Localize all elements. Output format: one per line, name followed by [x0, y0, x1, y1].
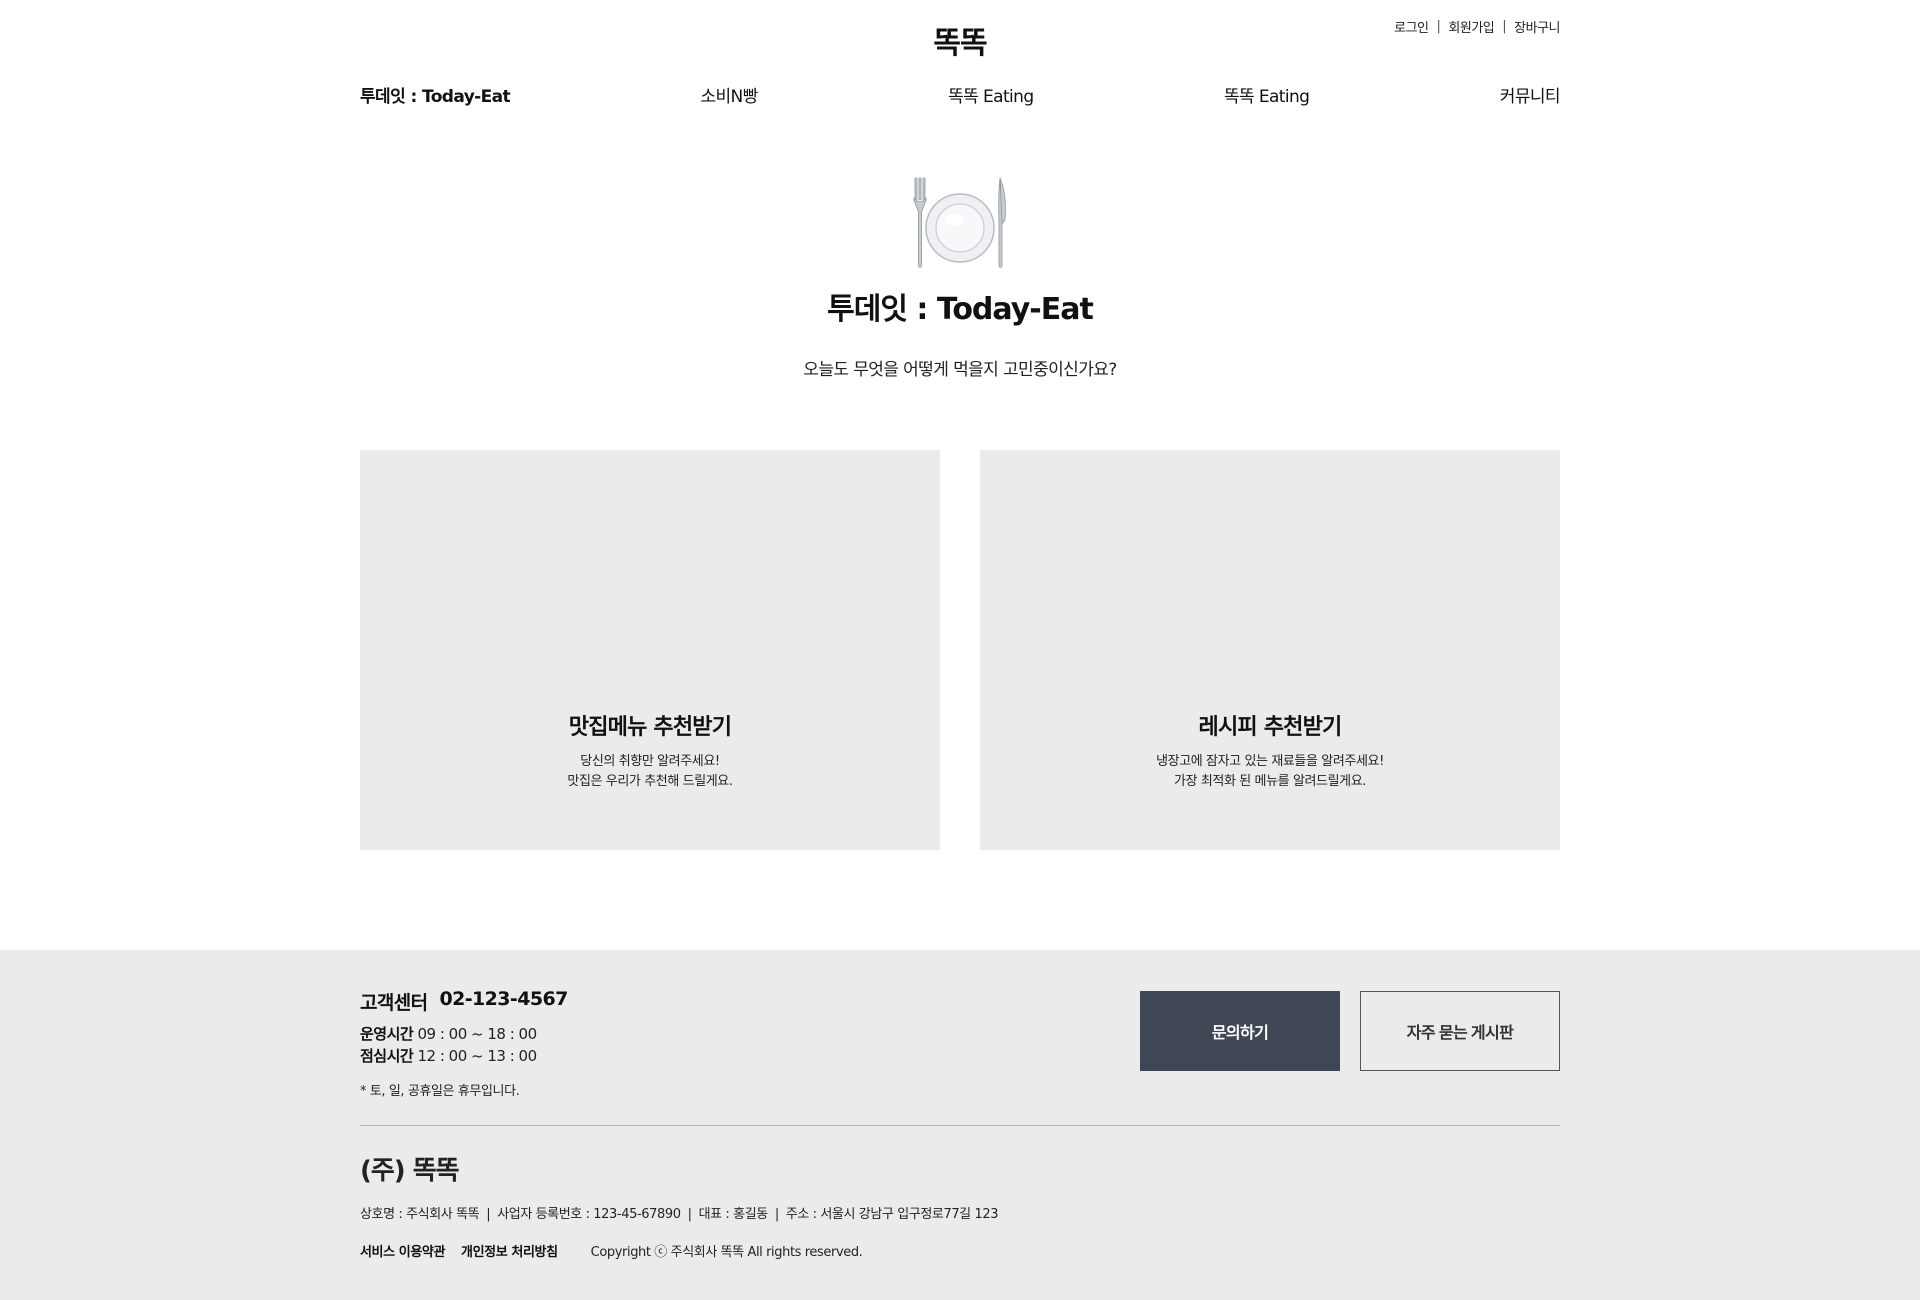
- site-logo[interactable]: 똑똑: [0, 18, 1920, 62]
- operating-hours-value: 09 : 00 ~ 18 : 00: [417, 1025, 537, 1043]
- util-separator: |: [1502, 19, 1507, 34]
- cart-link[interactable]: 장바구니: [1514, 17, 1560, 36]
- card-desc-line: 냉장고에 잠자고 있는 재료들을 알려주세요!: [1156, 754, 1384, 769]
- inquiry-button[interactable]: 문의하기: [1140, 991, 1340, 1071]
- util-separator: |: [1436, 19, 1441, 34]
- card-description: 당신의 취향만 알려주세요! 맛집은 우리가 추천해 드릴게요.: [360, 752, 940, 792]
- footer-divider: [360, 1125, 1560, 1126]
- operating-hours: 운영시간 09 : 00 ~ 18 : 00: [360, 1023, 537, 1044]
- nav-item-community[interactable]: 커뮤니티: [1500, 82, 1561, 108]
- business-name: 상호명 : 주식회사 똑똑: [360, 1207, 480, 1222]
- lunch-hours: 점심시간 12 : 00 ~ 13 : 00: [360, 1045, 537, 1066]
- nav-item-ttokttok-eating[interactable]: 똑똑 Eating: [948, 82, 1034, 108]
- holiday-note: * 토, 일, 공휴일은 휴무입니다.: [360, 1084, 520, 1099]
- nav-item-today-eat[interactable]: 투데잇 : Today-Eat: [360, 82, 511, 108]
- signup-link[interactable]: 회원가입: [1448, 17, 1494, 36]
- customer-center-phone: 02-123-4567: [439, 988, 569, 1010]
- customer-center: 고객센터 02-123-4567: [360, 988, 568, 1015]
- terms-link[interactable]: 서비스 이용약관: [360, 1241, 445, 1260]
- lunch-hours-label: 점심시간: [360, 1047, 414, 1065]
- recipe-recommend-card[interactable]: 레시피 추천받기 냉장고에 잠자고 있는 재료들을 알려주세요! 가장 최적화 …: [980, 450, 1560, 850]
- privacy-link[interactable]: 개인정보 처리방침: [461, 1241, 558, 1260]
- business-registration: 사업자 등록번호 : 123-45-67890: [497, 1207, 681, 1222]
- card-desc-line: 가장 최적화 된 메뉴를 알려드릴게요.: [1173, 774, 1367, 789]
- footer-links: 서비스 이용약관 개인정보 처리방침 Copyright ⓒ 주식회사 똑똑 A…: [360, 1241, 863, 1260]
- utility-menu: 로그인 | 회원가입 | 장바구니: [1394, 17, 1560, 36]
- main-nav: 투데잇 : Today-Eat 소비N빵 똑똑 Eating 똑똑 Eating…: [360, 82, 1561, 108]
- customer-center-label: 고객센터: [360, 992, 428, 1014]
- business-address: 주소 : 서울시 강남구 입구정로77길 123: [785, 1207, 999, 1222]
- copyright: Copyright ⓒ 주식회사 똑똑 All rights reserved.: [590, 1245, 863, 1260]
- nav-item-sobi-n-bbang[interactable]: 소비N빵: [700, 82, 758, 108]
- business-info: 상호명 : 주식회사 똑똑 | 사업자 등록번호 : 123-45-67890 | 대표…: [360, 1207, 999, 1222]
- nav-item-ttokttok-eating-2[interactable]: 똑똑 Eating: [1224, 82, 1310, 108]
- card-title: 맛집메뉴 추천받기: [568, 715, 732, 740]
- hero-subtitle: 오늘도 무엇을 어떻게 먹을지 고민중이신가요?: [803, 360, 1117, 380]
- card-desc-line: 맛집은 우리가 추천해 드릴게요.: [567, 774, 733, 789]
- company-name: (주) 똑똑: [360, 1156, 460, 1186]
- card-desc-line: 당신의 취향만 알려주세요!: [580, 754, 720, 769]
- hero-title: 투데잇 : Today-Eat: [827, 292, 1094, 327]
- restaurant-menu-recommend-card[interactable]: 맛집메뉴 추천받기 당신의 취향만 알려주세요! 맛집은 우리가 추천해 드릴게…: [360, 450, 940, 850]
- fork-knife-plate-icon: [0, 176, 1920, 272]
- card-title: 레시피 추천받기: [1198, 715, 1343, 740]
- login-link[interactable]: 로그인: [1394, 17, 1429, 36]
- lunch-hours-value: 12 : 00 ~ 13 : 00: [417, 1047, 537, 1065]
- business-ceo: 대표 : 홍길동: [698, 1207, 769, 1222]
- operating-hours-label: 운영시간: [360, 1025, 414, 1043]
- faq-board-button[interactable]: 자주 묻는 게시판: [1360, 991, 1560, 1071]
- card-description: 냉장고에 잠자고 있는 재료들을 알려주세요! 가장 최적화 된 메뉴를 알려드…: [980, 752, 1560, 792]
